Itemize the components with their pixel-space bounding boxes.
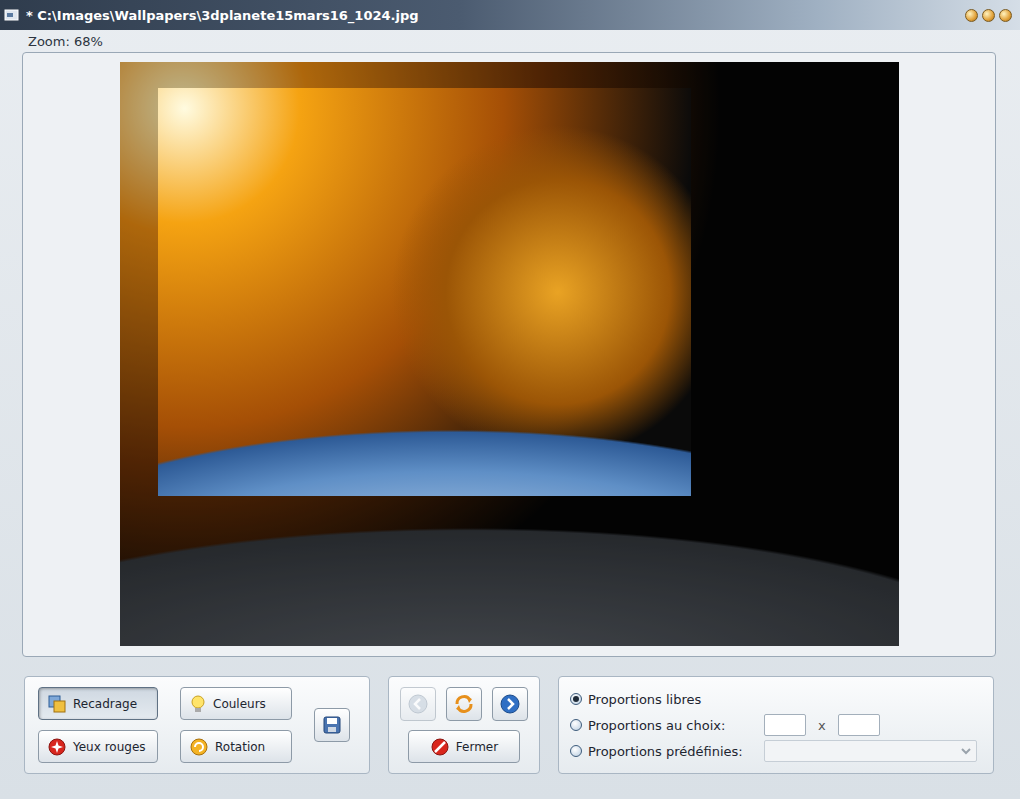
previous-icon	[407, 693, 429, 715]
preset-dropdown[interactable]	[764, 740, 977, 762]
proportion-option[interactable]: Proportions libres	[570, 688, 983, 710]
crop-selection[interactable]	[158, 88, 691, 496]
radio-button[interactable]	[570, 693, 582, 705]
save-button[interactable]	[314, 708, 350, 742]
next-button[interactable]	[492, 687, 528, 721]
app-icon	[4, 8, 20, 22]
rotate-icon	[189, 737, 209, 757]
bulb-icon	[189, 694, 207, 714]
window-title: * C:\Images\Wallpapers\3dplanete15mars16…	[26, 8, 959, 23]
navigation-row	[400, 687, 528, 721]
photo	[120, 62, 899, 646]
next-icon	[499, 693, 521, 715]
app-window: * C:\Images\Wallpapers\3dplanete15mars16…	[0, 0, 1020, 799]
option-label: Proportions au choix:	[588, 718, 758, 733]
close-window-button[interactable]	[999, 9, 1012, 22]
width-input[interactable]	[764, 714, 806, 736]
maximize-button[interactable]	[982, 9, 995, 22]
radio-button[interactable]	[570, 719, 582, 731]
navigation-group: Fermer	[388, 676, 540, 774]
save-icon	[322, 715, 342, 735]
image-panel	[22, 52, 996, 657]
red-eye-icon	[47, 737, 67, 757]
proportion-option[interactable]: Proportions au choix: x	[570, 714, 983, 736]
radio-button[interactable]	[570, 745, 582, 757]
window-controls	[965, 9, 1012, 22]
reset-icon	[453, 693, 475, 715]
reset-button[interactable]	[446, 687, 482, 721]
tool-button[interactable]: Couleurs	[180, 687, 292, 720]
tool-button[interactable]: Yeux rouges	[38, 730, 158, 763]
proportions-options: Proportions libres Proportions au choix: x…	[570, 688, 983, 762]
previous-button[interactable]	[400, 687, 436, 721]
proportions-group: Proportions libres Proportions au choix: x…	[558, 676, 994, 774]
crop-icon	[47, 694, 67, 714]
zoom-label: Zoom: 68%	[0, 30, 1020, 52]
size-separator: x	[812, 718, 832, 733]
proportion-option[interactable]: Proportions prédéfinies:	[570, 740, 983, 762]
tool-button[interactable]: Rotation	[180, 730, 292, 763]
chevron-icon	[960, 746, 972, 756]
close-icon	[430, 737, 450, 757]
toolbar: Recadrage Couleurs Yeux rouges Rotation Ferm…	[0, 676, 1020, 774]
close-button[interactable]: Fermer	[408, 730, 520, 763]
tool-button[interactable]: Recadrage	[38, 687, 158, 720]
option-label: Proportions libres	[588, 692, 758, 707]
height-input[interactable]	[838, 714, 880, 736]
radio-dot	[573, 696, 579, 702]
option-label: Proportions prédéfinies:	[588, 744, 758, 759]
title-bar: * C:\Images\Wallpapers\3dplanete15mars16…	[0, 0, 1020, 30]
tools-group: Recadrage Couleurs Yeux rouges Rotation	[24, 676, 370, 774]
minimize-button[interactable]	[965, 9, 978, 22]
tool-grid: Recadrage Couleurs Yeux rouges Rotation	[38, 687, 292, 763]
